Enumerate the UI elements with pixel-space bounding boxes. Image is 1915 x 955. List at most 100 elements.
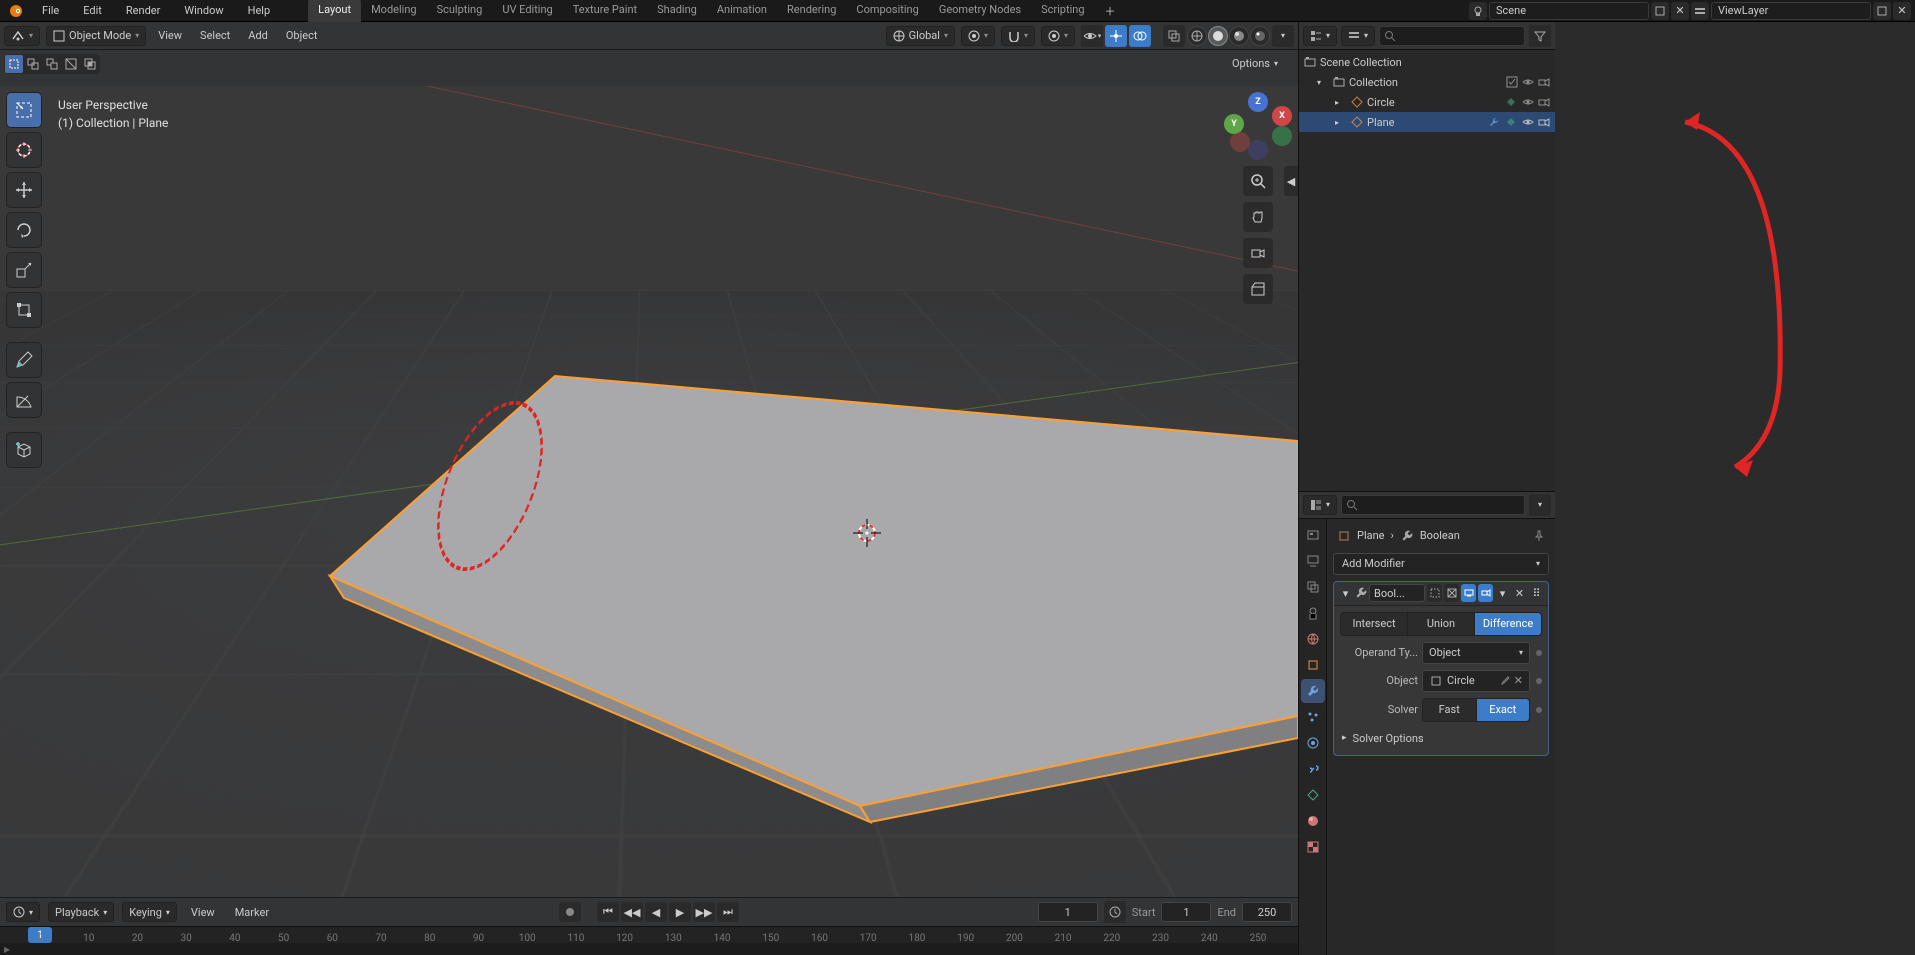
timeline-playback-dropdown[interactable]: Playback▾ — [48, 902, 114, 922]
ptab-scene[interactable] — [1301, 601, 1325, 625]
tool-transform[interactable] — [6, 292, 42, 328]
shading-wireframe[interactable] — [1187, 26, 1207, 46]
outliner-search-input[interactable] — [1379, 26, 1525, 46]
shading-options-dropdown[interactable]: ▾ — [1272, 25, 1294, 47]
orientation-dropdown[interactable]: Global ▾ — [886, 26, 955, 46]
tool-rotate[interactable] — [6, 212, 42, 248]
tool-add-cube[interactable] — [6, 432, 42, 468]
render-camera-icon[interactable] — [1537, 115, 1551, 129]
jump-end-button[interactable]: ⏭ — [717, 902, 739, 922]
boolean-op-difference[interactable]: Difference — [1475, 613, 1541, 635]
menu-render[interactable]: Render — [120, 1, 166, 20]
ptab-texture[interactable] — [1301, 835, 1325, 859]
gizmo-neg-y[interactable] — [1272, 126, 1292, 146]
menu-window[interactable]: Window — [178, 1, 229, 20]
breadcrumb-modifier[interactable]: Boolean — [1420, 529, 1460, 542]
tree-item-circle[interactable]: ▸ Circle — [1299, 92, 1555, 112]
workspace-tab-geometrynodes[interactable]: Geometry Nodes — [929, 0, 1031, 23]
timeline-view-menu[interactable]: View — [185, 904, 221, 921]
scene-new-button[interactable] — [1651, 2, 1669, 20]
workspace-tab-animation[interactable]: Animation — [707, 0, 777, 23]
tree-collection[interactable]: ▾ Collection — [1299, 72, 1555, 92]
tool-annotate[interactable] — [6, 342, 42, 378]
menu-file[interactable]: File — [36, 1, 65, 20]
viewport-menu-select[interactable]: Select — [194, 27, 236, 44]
operand-type-anim-button[interactable] — [1536, 650, 1542, 656]
timeline-editor-type[interactable]: ▾ — [6, 902, 40, 922]
render-camera-icon[interactable] — [1537, 95, 1551, 109]
play-reverse-button[interactable]: ◀ — [645, 902, 667, 922]
gizmo-x-axis[interactable]: X — [1272, 106, 1292, 126]
eyedropper-icon[interactable] — [1500, 676, 1510, 686]
modifier-show-editmode[interactable] — [1444, 584, 1459, 602]
editor-type-dropdown[interactable]: ▾ — [4, 26, 40, 46]
ptab-viewlayer[interactable] — [1301, 575, 1325, 599]
viewport-menu-object[interactable]: Object — [280, 27, 324, 44]
start-frame-field[interactable]: 1 — [1161, 902, 1211, 922]
workspace-add-button[interactable]: ＋ — [1095, 0, 1126, 23]
pivot-dropdown[interactable]: ▾ — [961, 26, 995, 46]
solver-options-subpanel[interactable]: ▸ Solver Options — [1340, 728, 1542, 749]
menu-help[interactable]: Help — [242, 1, 277, 20]
ptab-particles[interactable] — [1301, 705, 1325, 729]
pan-button[interactable] — [1243, 202, 1273, 232]
mode-dropdown[interactable]: Object Mode ▾ — [46, 26, 146, 46]
tree-item-plane[interactable]: ▸ Plane — [1299, 112, 1555, 132]
visibility-eye-icon[interactable] — [1521, 95, 1535, 109]
workspace-tab-texturepaint[interactable]: Texture Paint — [563, 0, 647, 23]
scene-name-field[interactable]: Scene — [1489, 2, 1649, 20]
timeline-ruler[interactable]: 1 01020304050607080901001101201301401501… — [0, 926, 1298, 943]
viewport-menu-add[interactable]: Add — [242, 27, 274, 44]
gizmo-toggle[interactable] — [1105, 25, 1127, 47]
scene-browse-button[interactable] — [1469, 2, 1487, 20]
gizmo-z-axis[interactable]: Z — [1248, 92, 1268, 112]
modifier-name-field[interactable]: Bool... — [1369, 584, 1425, 602]
breadcrumb-object[interactable]: Plane — [1357, 529, 1385, 542]
shading-material[interactable] — [1229, 26, 1249, 46]
operand-type-dropdown[interactable]: Object ▾ — [1422, 642, 1530, 664]
workspace-tab-rendering[interactable]: Rendering — [777, 0, 846, 23]
viewport-menu-view[interactable]: View — [152, 27, 188, 44]
gizmo-neg-x[interactable] — [1230, 132, 1250, 152]
select-mode-invert[interactable] — [62, 55, 80, 73]
disclosure-icon[interactable]: ▸ — [1335, 98, 1347, 107]
timeline-keying-dropdown[interactable]: Keying▾ — [122, 902, 177, 922]
ptab-data[interactable] — [1301, 783, 1325, 807]
exclude-checkbox[interactable] — [1505, 75, 1519, 89]
render-camera-icon[interactable] — [1537, 75, 1551, 89]
outliner-editor-type[interactable]: ▾ — [1303, 26, 1337, 46]
tool-measure[interactable] — [6, 382, 42, 418]
zoom-button[interactable] — [1243, 166, 1273, 196]
camera-view-button[interactable] — [1243, 238, 1273, 268]
disclosure-icon[interactable]: ▸ — [1335, 118, 1347, 127]
ptab-modifiers[interactable] — [1301, 679, 1325, 703]
ptab-constraints[interactable] — [1301, 757, 1325, 781]
gizmo-y-axis[interactable]: Y — [1224, 114, 1244, 134]
ptab-object[interactable] — [1301, 653, 1325, 677]
select-mode-new[interactable] — [5, 55, 23, 73]
viewlayer-browse-button[interactable] — [1691, 2, 1709, 20]
xray-toggle[interactable] — [1163, 25, 1185, 47]
tool-cursor[interactable] — [6, 132, 42, 168]
modifier-delete-button[interactable]: ✕ — [1512, 584, 1527, 602]
autokey-toggle[interactable] — [559, 902, 581, 922]
proportional-toggle[interactable]: ▾ — [1041, 26, 1075, 46]
workspace-tab-uvediting[interactable]: UV Editing — [492, 0, 562, 23]
clear-object-button[interactable]: ✕ — [1514, 674, 1523, 687]
pin-button[interactable] — [1533, 530, 1545, 542]
select-mode-intersect[interactable] — [81, 55, 99, 73]
viewlayer-name-field[interactable]: ViewLayer — [1711, 2, 1871, 20]
tool-scale[interactable] — [6, 252, 42, 288]
ptab-physics[interactable] — [1301, 731, 1325, 755]
current-frame-field[interactable]: 1 — [1038, 902, 1098, 922]
mesh-plane-object[interactable] — [0, 86, 1298, 897]
boolean-op-union[interactable]: Union — [1408, 613, 1475, 635]
outliner-display-mode[interactable]: ▾ — [1341, 26, 1375, 46]
properties-options[interactable]: ▾ — [1529, 494, 1551, 516]
shading-solid[interactable] — [1208, 26, 1228, 46]
jump-start-button[interactable]: ⏮ — [597, 902, 619, 922]
modifier-show-viewport[interactable] — [1461, 584, 1476, 602]
modifier-show-cage[interactable] — [1427, 584, 1442, 602]
workspace-tab-modeling[interactable]: Modeling — [361, 0, 427, 23]
scene-delete-button[interactable]: ✕ — [1671, 2, 1689, 20]
